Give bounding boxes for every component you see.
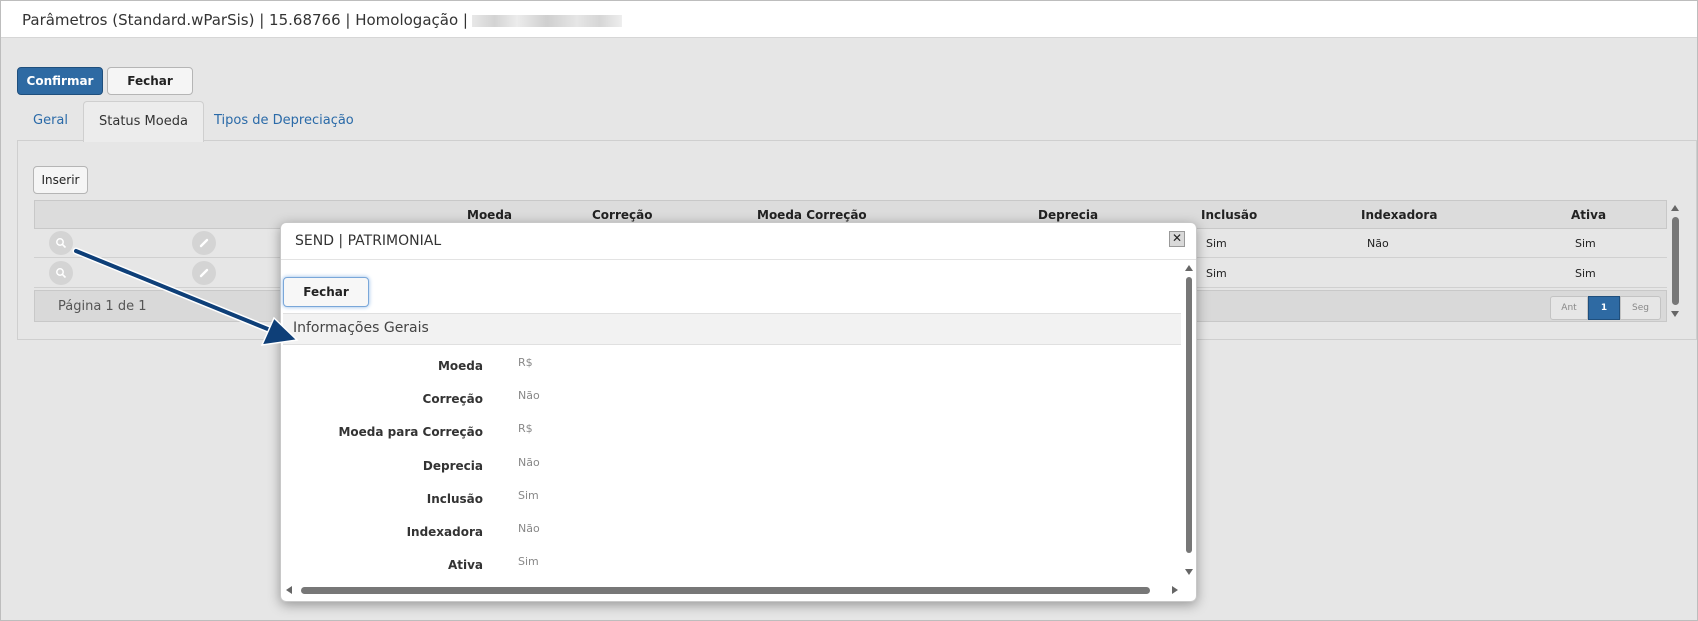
- title-bar: Parâmetros (Standard.wParSis) | 15.68766…: [1, 1, 1697, 38]
- pencil-icon[interactable]: [192, 261, 216, 285]
- field-label-moeda-para-correcao: Moeda para Correção: [338, 425, 483, 439]
- tab-bar: Geral Status Moeda Tipos de Depreciação: [17, 101, 1697, 142]
- window-title: Parâmetros (Standard.wParSis) | 15.68766…: [22, 11, 622, 29]
- cell-inclusao: Sim: [1206, 237, 1227, 250]
- close-button[interactable]: Fechar: [107, 67, 193, 95]
- cell-ativa: Sim: [1575, 237, 1596, 250]
- detail-modal: SEND | PATRIMONIAL ✕ Fechar Informações …: [280, 222, 1197, 602]
- column-header-inclusao[interactable]: Inclusão: [1201, 208, 1257, 222]
- tab-tipos-depreciacao[interactable]: Tipos de Depreciação: [214, 101, 354, 141]
- next-page-button[interactable]: Seg: [1620, 296, 1661, 320]
- scroll-down-icon[interactable]: [1671, 311, 1679, 317]
- field-label-ativa: Ativa: [447, 558, 483, 572]
- scrollbar-thumb[interactable]: [1186, 277, 1192, 553]
- scroll-down-icon[interactable]: [1185, 569, 1193, 575]
- field-labels: Moeda Correção Moeda para Correção Depre…: [281, 349, 483, 579]
- section-header: Informações Gerais: [283, 313, 1181, 345]
- scroll-up-icon[interactable]: [1671, 205, 1679, 211]
- field-value-moeda-para-correcao: R$: [518, 422, 533, 435]
- cell-inclusao: Sim: [1206, 267, 1227, 280]
- tab-geral[interactable]: Geral: [33, 101, 68, 141]
- field-value-ativa: Sim: [518, 555, 539, 568]
- scroll-left-icon[interactable]: [286, 586, 292, 594]
- scrollbar-thumb[interactable]: [1672, 217, 1679, 305]
- modal-title: SEND | PATRIMONIAL: [295, 233, 442, 249]
- window-title-text: Parâmetros (Standard.wParSis) | 15.68766…: [22, 11, 468, 29]
- column-header-moeda[interactable]: Moeda: [467, 208, 512, 222]
- modal-horizontal-scrollbar[interactable]: [283, 583, 1181, 597]
- scrollbar-thumb[interactable]: [301, 587, 1150, 594]
- magnifier-icon[interactable]: [49, 261, 73, 285]
- field-label-indexadora: Indexadora: [406, 525, 483, 539]
- field-value-correcao: Não: [518, 389, 540, 402]
- column-header-moeda-correcao[interactable]: Moeda Correção: [757, 208, 867, 222]
- field-value-inclusao: Sim: [518, 489, 539, 502]
- pencil-icon[interactable]: [192, 231, 216, 255]
- modal-header: SEND | PATRIMONIAL ✕: [281, 223, 1196, 260]
- column-header-indexadora[interactable]: Indexadora: [1361, 208, 1437, 222]
- field-label-deprecia: Deprecia: [422, 459, 483, 473]
- scroll-up-icon[interactable]: [1185, 265, 1193, 271]
- column-header-deprecia[interactable]: Deprecia: [1038, 208, 1098, 222]
- field-value-moeda: R$: [518, 356, 533, 369]
- modal-vertical-scrollbar[interactable]: [1184, 263, 1194, 579]
- field-value-deprecia: Não: [518, 456, 540, 469]
- page-number-button[interactable]: 1: [1588, 296, 1620, 320]
- column-header-correcao[interactable]: Correção: [592, 208, 652, 222]
- section-title: Informações Gerais: [293, 320, 429, 336]
- prev-page-button[interactable]: Ant: [1550, 296, 1588, 320]
- redacted-environment: [471, 14, 622, 27]
- confirm-button[interactable]: Confirmar: [17, 67, 103, 95]
- modal-close-button[interactable]: Fechar: [283, 277, 369, 307]
- tab-status-moeda[interactable]: Status Moeda: [83, 101, 204, 142]
- close-icon[interactable]: ✕: [1169, 231, 1185, 247]
- insert-button[interactable]: Inserir: [33, 166, 88, 194]
- column-header-ativa[interactable]: Ativa: [1571, 208, 1606, 222]
- scroll-right-icon[interactable]: [1172, 586, 1178, 594]
- page-info: Página 1 de 1: [58, 299, 147, 314]
- field-label-moeda: Moeda: [437, 359, 483, 373]
- magnifier-icon[interactable]: [49, 231, 73, 255]
- field-label-inclusao: Inclusão: [426, 492, 483, 506]
- cell-indexadora: Não: [1367, 237, 1389, 250]
- cell-ativa: Sim: [1575, 267, 1596, 280]
- grid-vertical-scrollbar[interactable]: [1668, 200, 1682, 322]
- field-label-correcao: Correção: [422, 392, 483, 406]
- field-value-indexadora: Não: [518, 522, 540, 535]
